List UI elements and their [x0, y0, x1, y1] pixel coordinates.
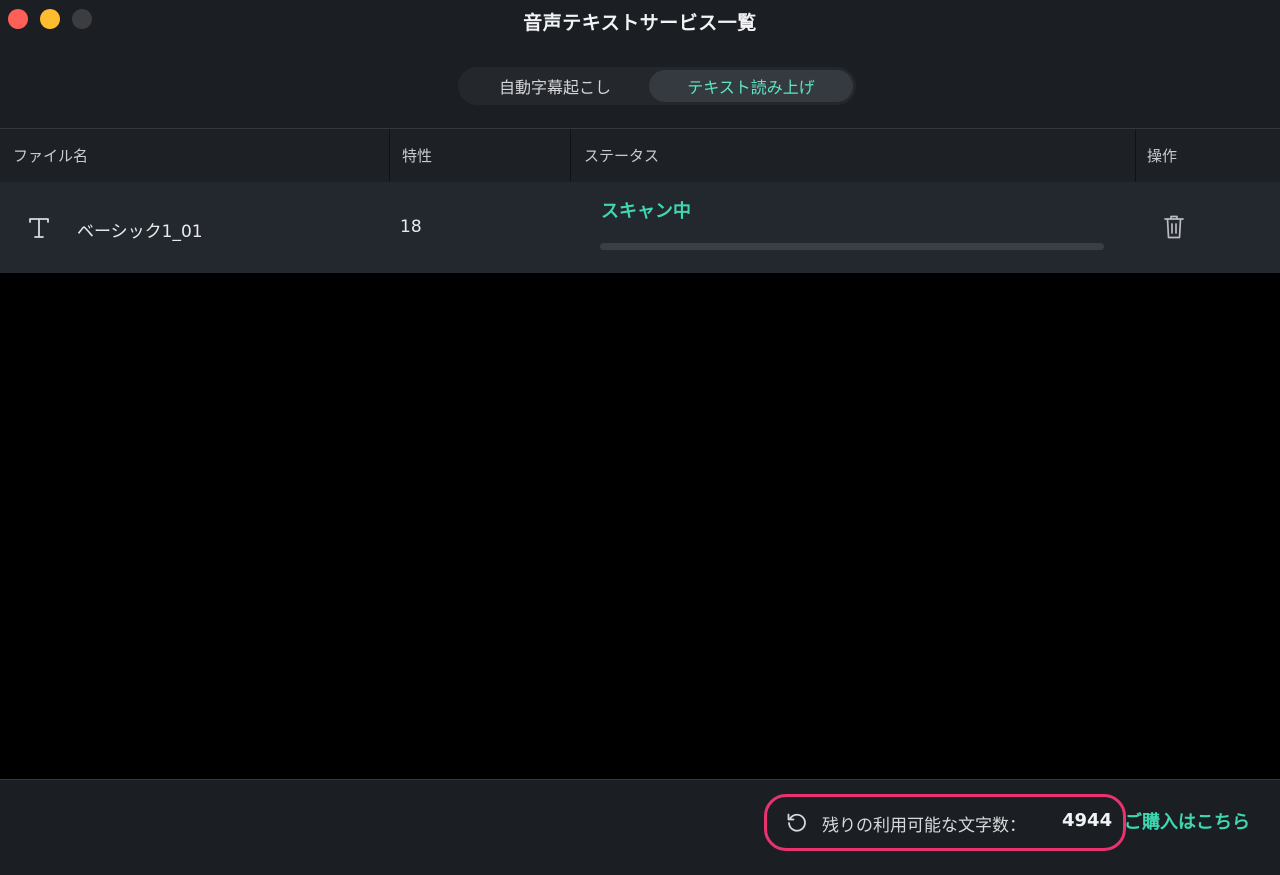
tab-auto-subtitles[interactable]: 自動字幕起こし — [461, 70, 649, 102]
title-bar: 音声テキストサービス一覧 — [0, 0, 1280, 40]
table-header: ファイル名 特性 ステータス 操作 — [0, 129, 1280, 182]
footer: 残りの利用可能な文字数： 4944 ご購入はこちら — [0, 779, 1280, 875]
row-property: 18 — [400, 217, 422, 237]
column-divider — [570, 129, 571, 182]
window-title: 音声テキストサービス一覧 — [523, 12, 757, 34]
column-header-file-name: ファイル名 — [13, 147, 89, 165]
purchase-link[interactable]: ご購入はこちら — [1124, 808, 1250, 834]
trash-icon[interactable] — [1162, 214, 1186, 240]
row-status-text: スキャン中 — [601, 201, 691, 222]
column-header-status: ステータス — [584, 147, 660, 165]
text-type-icon — [29, 218, 49, 238]
row-file-name: ベーシック1_01 — [77, 222, 203, 242]
tab-text-to-speech[interactable]: テキスト読み上げ — [649, 70, 853, 102]
remaining-characters-count: 4944 — [1062, 810, 1113, 831]
column-header-actions: 操作 — [1147, 147, 1178, 165]
remaining-characters-label: 残りの利用可能な文字数： — [822, 816, 1026, 836]
text-service-window: 音声テキストサービス一覧 自動字幕起こし テキスト読み上げ ファイル名 特性 ス… — [0, 0, 1280, 875]
service-tabs: 自動字幕起こし テキスト読み上げ — [458, 67, 856, 105]
row-progress-bar — [600, 243, 1104, 250]
column-header-property: 特性 — [402, 147, 433, 165]
list-empty-area — [0, 273, 1280, 779]
column-divider — [1135, 129, 1136, 182]
refresh-icon[interactable] — [785, 811, 809, 835]
column-divider — [389, 129, 390, 182]
table-row[interactable]: ベーシック1_01 18 スキャン中 — [0, 182, 1280, 273]
